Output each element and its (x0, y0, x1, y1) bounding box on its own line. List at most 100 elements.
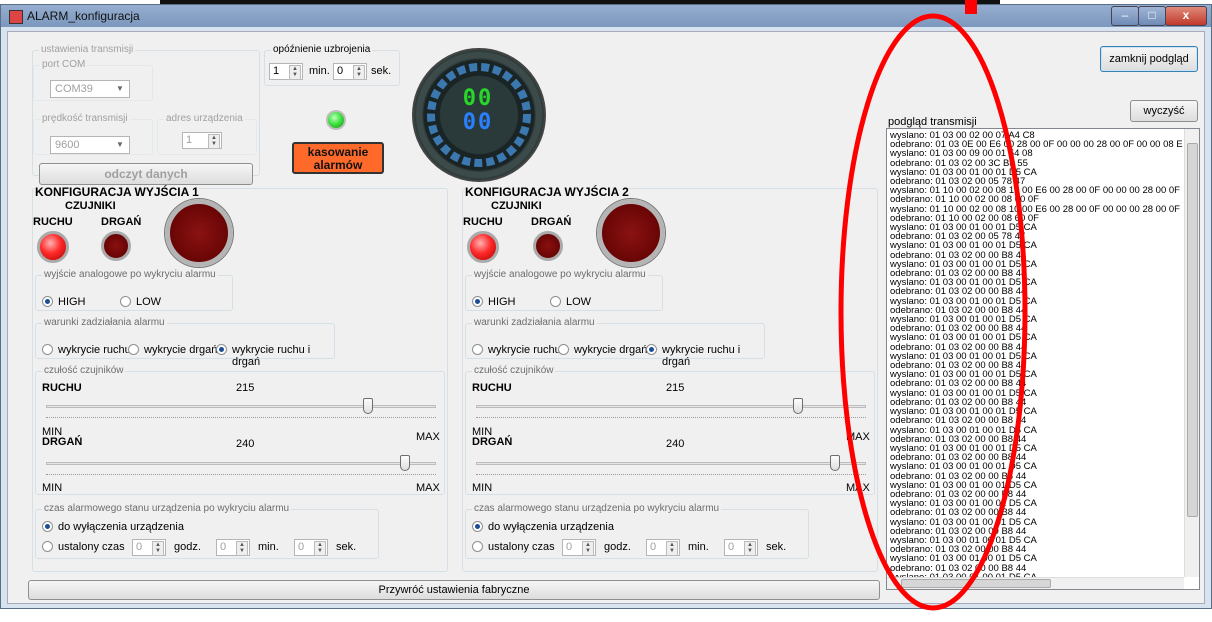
output-1-vibration-ticks (46, 474, 436, 478)
output-2-analog-group: wyjście analogowe po wykryciu alarmu HIG… (465, 269, 663, 311)
spinner-arrows-icon: ▲ ▼ (744, 541, 756, 556)
output-1-motion-value: 215 (236, 382, 255, 394)
output-2-high-radio[interactable] (472, 296, 483, 307)
port-value: COM39 (55, 83, 93, 95)
output-2-cond-vibration-label: wykrycie drgań (574, 344, 648, 356)
output-1-seconds-spinner[interactable]: 0 ▲ ▼ (294, 539, 328, 556)
output-1-cond-vibration-label: wykrycie drgań (144, 344, 218, 356)
output-1-hours-label: godz. (174, 541, 201, 553)
output-1-main-led (165, 199, 233, 267)
spinner-arrows-icon: ▲ ▼ (236, 541, 248, 556)
transmission-group-label: ustawienia transmisji (39, 44, 136, 55)
arming-delay-label: opóźnienie uzbrojenia (271, 44, 373, 55)
output-1-high-label: HIGH (58, 296, 86, 308)
output-1-analog-group: wyjście analogowe po wykryciu alarmu HIG… (35, 269, 233, 311)
output-1-high-radio[interactable] (42, 296, 53, 307)
output-1-fixed-time-radio[interactable] (42, 541, 53, 552)
output-2-motion-slider-track[interactable] (476, 405, 866, 408)
output-2-cond-vibration-radio[interactable] (558, 344, 569, 355)
output-2-conditions-label: warunki zadziałania alarmu (472, 317, 597, 328)
spinner-arrows-icon: ▲ ▼ (208, 134, 220, 149)
output-2-cond-motion-label: wykrycie ruchu (488, 344, 561, 356)
output-1-panel: KONFIGURACJA WYJŚCIA 1 CZUJNIKI RUCHU DR… (32, 185, 448, 572)
reset-alarms-button[interactable]: kasowanie alarmów (292, 142, 384, 174)
output-2-state-label: czas alarmowego stanu urządzenia po wykr… (472, 503, 722, 514)
window-title: ALARM_konfiguracja (27, 9, 140, 23)
output-1-cond-both-radio[interactable] (216, 344, 227, 355)
output-1-hours-value: 0 (136, 541, 143, 553)
output-1-fixed-time-label: ustalony czas (58, 541, 125, 553)
arming-min-label: min. (309, 65, 330, 77)
annotation-ellipse-icon (838, 13, 1028, 611)
output-1-cond-both-label: wykrycie ruchu i drgań (232, 344, 311, 368)
scrollbar-thumb[interactable] (1187, 143, 1198, 517)
spinner-arrows-icon: ▲ ▼ (152, 541, 164, 556)
output-2-motion-ticks (476, 417, 866, 421)
arming-minutes-spinner[interactable]: 1 ▲ ▼ (269, 63, 303, 80)
port-group: port COM COM39 ▼ (33, 59, 153, 101)
port-combo[interactable]: COM39 ▼ (50, 80, 130, 98)
spinner-arrows-icon: ▲ ▼ (353, 65, 365, 80)
address-spinner[interactable]: 1 ▲ ▼ (182, 132, 222, 149)
vertical-scrollbar[interactable] (1184, 129, 1199, 577)
output-1-motion-slider-thumb[interactable] (363, 398, 373, 414)
read-data-button[interactable]: odczyt danych (39, 163, 253, 185)
spinner-arrows-icon: ▲ ▼ (582, 541, 594, 556)
minimize-button[interactable]: – (1111, 6, 1139, 26)
spinner-arrows-icon: ▲ ▼ (289, 65, 301, 80)
output-1-minutes-label: min. (258, 541, 279, 553)
output-1-vibration-label: DRGAŃ (101, 216, 142, 228)
output-2-fixed-time-radio[interactable] (472, 541, 483, 552)
output-2-vibration-label: DRGAŃ (531, 216, 572, 228)
output-2-conditions-group: warunki zadziałania alarmu wykrycie ruch… (465, 317, 765, 368)
app-icon (9, 10, 23, 24)
arming-seconds-spinner[interactable]: 0 ▲ ▼ (333, 63, 367, 80)
output-1-vibration-led (101, 231, 131, 261)
spinner-arrows-icon: ▲ ▼ (666, 541, 678, 556)
output-2-sensitivity-label: czułość czujników (472, 365, 556, 376)
output-1-title: KONFIGURACJA WYJŚCIA 1 (35, 185, 199, 199)
output-2-motion-label: RUCHU (463, 216, 503, 228)
output-2-vibration-slider-track[interactable] (476, 462, 866, 465)
output-1-hours-spinner[interactable]: 0 ▲ ▼ (132, 539, 166, 556)
close-preview-button[interactable]: zamknij podgląd (1100, 46, 1198, 72)
output-1-cond-motion-radio[interactable] (42, 344, 53, 355)
output-2-vibration-led (533, 231, 563, 261)
output-1-minutes-spinner[interactable]: 0 ▲ ▼ (216, 539, 250, 556)
transmission-settings-group: ustawienia transmisji port COM COM39 ▼ p… (32, 44, 260, 185)
output-1-vibration-slider-thumb[interactable] (400, 455, 410, 471)
output-1-motion-slider-label: RUCHU (42, 382, 82, 394)
output-1-analog-label: wyjście analogowe po wykryciu alarmu (42, 269, 218, 280)
output-2-seconds-spinner[interactable]: 0 ▲ ▼ (724, 539, 758, 556)
output-1-cond-vibration-radio[interactable] (128, 344, 139, 355)
baud-group: prędkość transmisji 9600 ▼ (33, 113, 153, 155)
clear-button[interactable]: wyczyść (1130, 100, 1198, 122)
output-2-title: KONFIGURACJA WYJŚCIA 2 (465, 185, 629, 199)
output-1-vibration-slider-track[interactable] (46, 462, 436, 465)
baud-combo[interactable]: 9600 ▼ (50, 136, 130, 154)
maximize-button[interactable]: □ (1138, 6, 1166, 26)
output-1-low-radio[interactable] (120, 296, 131, 307)
close-window-button[interactable]: x (1165, 6, 1207, 26)
output-1-motion-ticks (46, 417, 436, 421)
output-2-cond-both-radio[interactable] (646, 344, 657, 355)
output-2-cond-motion-radio[interactable] (472, 344, 483, 355)
output-2-vibration-min: MIN (472, 482, 493, 494)
output-1-motion-slider-track[interactable] (46, 405, 436, 408)
output-2-minutes-spinner[interactable]: 0 ▲ ▼ (646, 539, 680, 556)
output-2-motion-slider-thumb[interactable] (793, 398, 803, 414)
spinner-arrows-icon: ▲ ▼ (314, 541, 326, 556)
output-2-until-off-radio[interactable] (472, 521, 483, 532)
output-2-low-radio[interactable] (550, 296, 561, 307)
restore-defaults-button[interactable]: Przywróć ustawienia fabryczne (28, 580, 880, 600)
output-2-hours-value: 0 (566, 541, 573, 553)
output-2-vibration-ticks (476, 474, 866, 478)
output-2-analog-label: wyjście analogowe po wykryciu alarmu (472, 269, 648, 280)
output-2-minutes-value: 0 (650, 541, 657, 553)
output-2-hours-spinner[interactable]: 0 ▲ ▼ (562, 539, 596, 556)
output-1-seconds-label: sek. (336, 541, 357, 553)
output-1-state-label: czas alarmowego stanu urządzenia po wykr… (42, 503, 292, 514)
output-2-low-label: LOW (566, 296, 592, 308)
output-1-until-off-radio[interactable] (42, 521, 53, 532)
output-2-panel: KONFIGURACJA WYJŚCIA 2 CZUJNIKI RUCHU DR… (462, 185, 878, 572)
